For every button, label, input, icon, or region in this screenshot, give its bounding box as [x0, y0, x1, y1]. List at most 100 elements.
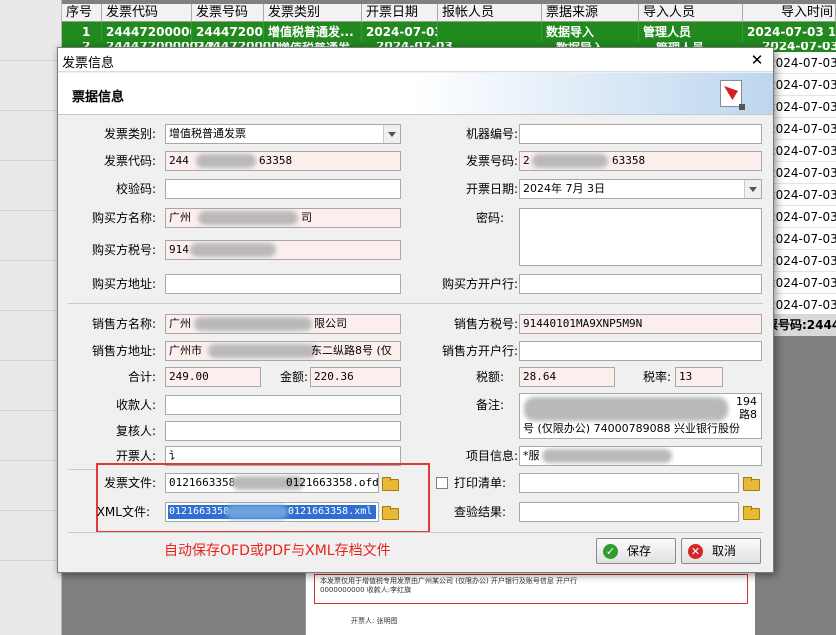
- list-item[interactable]: 2024-07-03 17:: [766, 184, 836, 206]
- amount-input[interactable]: 220.36: [310, 367, 401, 387]
- col-header-invoice-code[interactable]: 发票代码: [102, 4, 192, 22]
- col-header-invoice-no[interactable]: 发票号码: [192, 4, 264, 22]
- invoice-no-input[interactable]: 2 63358: [519, 151, 762, 171]
- remarks-label: 备注:: [475, 398, 504, 412]
- xml-file-input[interactable]: 0121663358 0121663358.xml: [165, 502, 379, 522]
- col-header-source[interactable]: 票据来源: [542, 4, 639, 22]
- list-item[interactable]: 2024-07-03 17:: [766, 74, 836, 96]
- list-item[interactable]: 2024-07-03 17:: [766, 272, 836, 294]
- col-header-invoice-type[interactable]: 发票类别: [264, 4, 362, 22]
- remarks-textarea[interactable]: 194 路8 号 (仅限办公) 74000789088 兴业银行股份: [519, 393, 762, 439]
- seller-tax-id-input[interactable]: 91440101MA9XNP5M9N: [519, 314, 762, 334]
- buyer-name-value-end: 司: [301, 211, 312, 224]
- amount-label: 金额:: [279, 370, 308, 384]
- password-textarea[interactable]: [519, 208, 762, 266]
- section-divider: [68, 303, 763, 304]
- cell-import-time: 2024-07-03 17:: [743, 22, 836, 42]
- folder-open-icon[interactable]: [741, 502, 761, 522]
- redaction-blur: [196, 154, 256, 168]
- folder-open-icon[interactable]: [741, 473, 761, 493]
- reviewer-input[interactable]: [165, 421, 401, 441]
- total-input[interactable]: 249.00: [165, 367, 261, 387]
- checkmark-icon: ✓: [603, 544, 618, 559]
- list-item[interactable]: 2024-07-03 17:: [766, 294, 836, 316]
- buyer-tax-id-value-start: 914: [169, 243, 189, 256]
- invoice-file-value-end: 0121663358.ofd: [286, 476, 379, 489]
- invoice-file-input[interactable]: 0121663358 0121663358.ofd: [165, 473, 379, 493]
- dialog-title: 发票信息: [62, 56, 115, 71]
- col-header-import-time[interactable]: 导入时间: [743, 4, 836, 22]
- invoice-type-select[interactable]: 增值税普通发票: [165, 124, 401, 144]
- invoice-type-label: 发票类别:: [103, 127, 156, 141]
- archive-annotation: 自动保存OFD或PDF与XML存档文件: [164, 543, 391, 559]
- folder-open-icon[interactable]: [380, 502, 400, 522]
- col-header-invoice-date[interactable]: 开票日期: [362, 4, 438, 22]
- tax-input[interactable]: 28.64: [519, 367, 615, 387]
- close-icon[interactable]: ✕: [747, 50, 767, 70]
- tax-label: 税额:: [475, 370, 504, 384]
- list-item[interactable]: 2024-07-03 17:: [766, 250, 836, 272]
- seller-name-input[interactable]: 广州 限公司: [165, 314, 401, 334]
- cell-invoice-date: 2024-07-03: [362, 22, 438, 42]
- invoice-info-dialog: 发票信息 ✕ 票据信息 发票类别: 增值税普通发票 机器编号: 发票代码: 24…: [57, 47, 774, 573]
- list-item[interactable]: 2024-07-03 17:: [766, 140, 836, 162]
- payee-label: 收款人:: [115, 398, 156, 412]
- list-item[interactable]: 2024-07-03 17:: [766, 162, 836, 184]
- invoice-code-input[interactable]: 244 63358: [165, 151, 401, 171]
- redaction-blur: [198, 211, 298, 225]
- redaction-blur: [542, 449, 672, 463]
- pdf-document-icon: [720, 80, 745, 110]
- buyer-address-label: 购买方地址:: [91, 277, 156, 291]
- buyer-tax-id-input[interactable]: 914: [165, 240, 401, 260]
- machine-no-label: 机器编号:: [465, 127, 518, 141]
- section-divider: [68, 469, 96, 470]
- seller-name-value-end: 限公司: [314, 317, 347, 330]
- cell-reporter: [438, 22, 542, 42]
- remarks-line: 194: [736, 395, 757, 408]
- list-item[interactable]: 2024-07-03 17:: [766, 228, 836, 250]
- item-info-input[interactable]: *服: [519, 446, 762, 466]
- item-info-value: *服: [523, 449, 540, 462]
- list-item[interactable]: 2024-07-03 17:: [766, 118, 836, 140]
- buyer-bank-input[interactable]: [519, 274, 762, 294]
- xml-file-label: XML文件:: [96, 505, 150, 519]
- list-item[interactable]: 2024-07-03 17:: [766, 52, 836, 74]
- cancel-button[interactable]: ✕ 取消: [681, 538, 761, 564]
- save-button[interactable]: ✓ 保存: [596, 538, 676, 564]
- dialog-titlebar[interactable]: 发票信息 ✕: [58, 48, 773, 72]
- tax-rate-input[interactable]: 13: [675, 367, 723, 387]
- payee-input[interactable]: [165, 395, 401, 415]
- cell-invoice-code: 2444720000012...: [102, 22, 192, 42]
- left-panel: [0, 0, 62, 635]
- seller-name-value-start: 广州: [169, 317, 191, 330]
- save-button-label: 保存: [627, 544, 652, 558]
- col-header-importer[interactable]: 导入人员: [639, 4, 743, 22]
- banner-title: 票据信息: [72, 90, 125, 105]
- invoice-date-picker[interactable]: 2024年 7月 3日: [519, 179, 762, 199]
- machine-no-input[interactable]: [519, 124, 762, 144]
- seller-name-label: 销售方名称:: [91, 317, 156, 331]
- col-header-index[interactable]: 序号: [62, 4, 102, 22]
- grid-import-time-column: 2024-07-03 17: 2024-07-03 17: 2024-07-03…: [766, 52, 836, 317]
- chevron-down-icon[interactable]: [383, 125, 400, 143]
- cell-source: 数据导入: [542, 22, 639, 42]
- buyer-name-input[interactable]: 广州 司: [165, 208, 401, 228]
- list-item[interactable]: 2024-07-03 17:: [766, 206, 836, 228]
- tax-rate-label: 税率:: [642, 370, 671, 384]
- grid-header: 序号 发票代码 发票号码 发票类别 开票日期 报帐人员 票据来源 导入人员 导入…: [62, 4, 836, 22]
- folder-open-icon[interactable]: [380, 473, 400, 493]
- seller-bank-input[interactable]: [519, 341, 762, 361]
- col-header-reporter[interactable]: 报帐人员: [438, 4, 542, 22]
- section-divider: [68, 532, 763, 533]
- table-row-selected[interactable]: 1 2444720000012... 2444720000... 增值税普通发.…: [62, 22, 836, 42]
- check-code-input[interactable]: [165, 179, 401, 199]
- seller-address-input[interactable]: 广州市 东二纵路8号 (仅: [165, 341, 401, 361]
- invoice-code-value-start: 244: [169, 154, 189, 167]
- print-list-input[interactable]: [519, 473, 739, 493]
- check-result-input[interactable]: [519, 502, 739, 522]
- list-item[interactable]: 2024-07-03 17:: [766, 96, 836, 118]
- buyer-address-input[interactable]: [165, 274, 401, 294]
- cancel-button-label: 取消: [712, 544, 737, 558]
- chevron-down-icon[interactable]: [744, 180, 761, 198]
- check-result-label: 查验结果:: [453, 505, 506, 519]
